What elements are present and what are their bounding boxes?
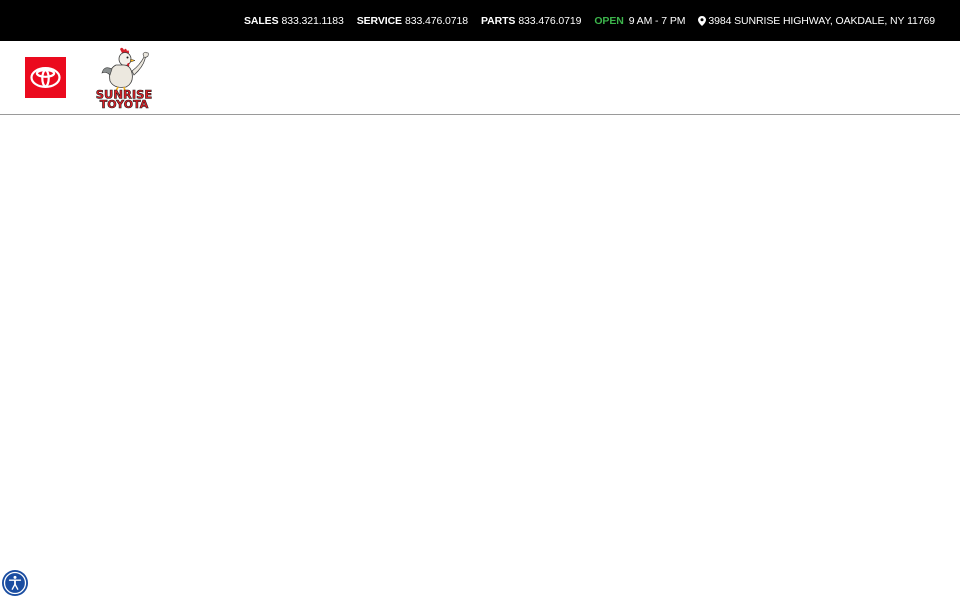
sunrise-toyota-logo[interactable]: SUNRISE TOYOTA: [90, 47, 158, 109]
service-label: SERVICE: [356, 14, 402, 27]
parts-label: PARTS: [481, 14, 516, 27]
hours-link[interactable]: OPEN 9 AM - 7 PM: [594, 15, 685, 27]
sales-label: SALES: [243, 14, 279, 27]
open-status: OPEN: [594, 14, 624, 27]
address-link[interactable]: 3984 SUNRISE HIGHWAY, OAKDALE, NY 11769: [698, 15, 935, 27]
accessibility-button[interactable]: [0, 568, 30, 598]
hours-text: 9 AM - 7 PM: [628, 14, 686, 27]
svg-text:TOYOTA: TOYOTA: [100, 98, 149, 109]
sales-phone-link[interactable]: SALES 833.321.1183: [244, 15, 344, 27]
site-header: SUNRISE TOYOTA: [0, 41, 960, 115]
sales-phone: 833.321.1183: [281, 14, 344, 27]
service-phone-link[interactable]: SERVICE 833.476.0718: [357, 15, 468, 27]
service-phone: 833.476.0718: [404, 14, 468, 27]
map-marker-icon: [698, 15, 707, 26]
top-contact-bar: SALES 833.321.1183 SERVICE 833.476.0718 …: [0, 0, 960, 41]
toyota-logo[interactable]: [25, 57, 66, 98]
address-text: 3984 SUNRISE HIGHWAY, OAKDALE, NY 11769: [708, 14, 935, 27]
parts-phone-link[interactable]: PARTS 833.476.0719: [481, 15, 581, 27]
parts-phone: 833.476.0719: [518, 14, 582, 27]
